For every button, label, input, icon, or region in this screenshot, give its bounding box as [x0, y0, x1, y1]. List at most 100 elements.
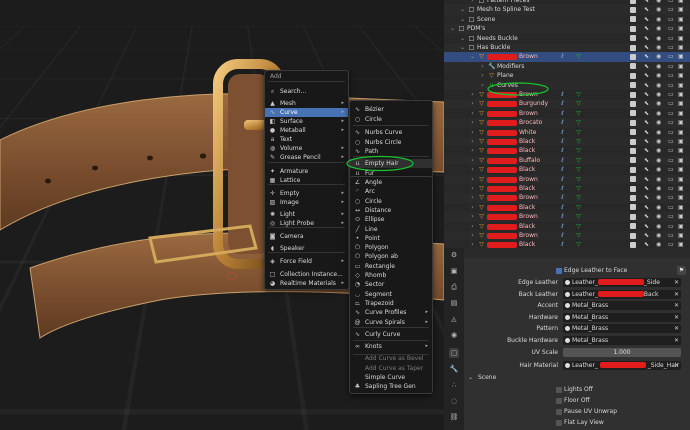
exclude-checkbox[interactable] — [630, 6, 636, 13]
exclude-checkbox[interactable] — [630, 213, 636, 220]
eye-icon[interactable]: ◉ — [656, 184, 661, 193]
select-icon[interactable]: ⬉ — [644, 118, 649, 127]
extra-menu-item-curve-profiles[interactable]: ∿ Curve Profiles ▸ — [350, 308, 432, 317]
select-icon[interactable]: ⬉ — [644, 212, 649, 221]
eye-icon[interactable]: ◉ — [656, 146, 661, 155]
viewport-icon[interactable]: ▭ — [668, 165, 674, 174]
select-icon[interactable]: ⬉ — [644, 165, 649, 174]
scene-option-checkbox[interactable] — [556, 397, 562, 404]
disclosure-triangle-icon[interactable]: › — [469, 138, 476, 145]
add-menu-item-search[interactable]: ⌕ Search... — [265, 87, 348, 96]
select-icon[interactable]: ⬉ — [644, 24, 649, 33]
outliner-row[interactable]: › ▽ Burgundy ℓ ▽ ⬉ ◉ ▭ ▣ — [444, 99, 690, 109]
exclude-checkbox[interactable] — [630, 119, 636, 126]
exclude-checkbox[interactable] — [630, 82, 636, 89]
add-menu-item-curve[interactable]: ∿ Curve ▸ — [265, 108, 348, 117]
viewport-icon[interactable]: ▭ — [668, 212, 674, 221]
extra-menu-item-sapling-tree-gen[interactable]: ♣ Sapling Tree Gen — [350, 382, 432, 391]
outliner-row[interactable]: › ▽ Brown ℓ ▽ ⬉ ◉ ▭ ▣ — [444, 174, 690, 184]
eye-icon[interactable]: ◉ — [656, 34, 661, 43]
disclosure-triangle-icon[interactable]: › — [469, 194, 476, 201]
eye-icon[interactable]: ◉ — [656, 165, 661, 174]
extra-menu-item-polygon-ab[interactable]: ⬠ Polygon ab — [350, 252, 432, 261]
extra-menu-item-curve-spirals[interactable]: @ Curve Spirals ▸ — [350, 318, 432, 327]
viewport-icon[interactable]: ▭ — [668, 52, 674, 61]
render-tab-icon[interactable]: ▣ — [449, 266, 459, 276]
add-menu-item-mesh[interactable]: ▲ Mesh ▸ — [265, 99, 348, 108]
outliner-row[interactable]: ⌄ ▽ Brown ℓ ▽ ⬉ ◉ ▭ ▣ — [444, 52, 690, 62]
extra-menu-item-rhomb[interactable]: ◇ Rhomb — [350, 271, 432, 280]
disclosure-triangle-icon[interactable]: › — [469, 129, 476, 136]
outliner-row[interactable]: › ▽ Brown ℓ ▽ ⬉ ◉ ▭ ▣ — [444, 231, 690, 241]
select-icon[interactable]: ⬉ — [644, 90, 649, 99]
exclude-checkbox[interactable] — [630, 204, 636, 211]
select-icon[interactable]: ⬉ — [644, 43, 649, 52]
extra-menu-item-knots[interactable]: ∞ Knots ▸ — [350, 342, 432, 351]
exclude-checkbox[interactable] — [630, 16, 636, 23]
render-icon[interactable]: ▣ — [678, 222, 684, 231]
viewport-icon[interactable]: ▭ — [668, 24, 674, 33]
render-icon[interactable]: ▣ — [678, 90, 684, 99]
exclude-checkbox[interactable] — [630, 25, 636, 32]
exclude-checkbox[interactable] — [630, 185, 636, 192]
particles-tab-icon[interactable]: ∴ — [449, 380, 459, 390]
add-menu-item-image[interactable]: ▨ Image ▸ — [265, 198, 348, 207]
select-icon[interactable]: ⬉ — [644, 184, 649, 193]
3d-viewport[interactable]: Add ⌕ Search... ▲ Mesh ▸ ∿ Curve ▸ ◧ Surface ▸ ● Met… — [0, 0, 444, 430]
add-menu-item-armature[interactable]: ✦ Armature — [265, 167, 348, 176]
extra-menu-item-segment[interactable]: ◡ Segment — [350, 290, 432, 299]
exclude-checkbox[interactable] — [630, 72, 636, 79]
viewport-icon[interactable]: ▭ — [668, 128, 674, 137]
render-icon[interactable]: ▣ — [678, 175, 684, 184]
exclude-checkbox[interactable] — [630, 232, 636, 239]
tool-tab-icon[interactable]: ⚙ — [449, 250, 459, 260]
viewport-icon[interactable]: ▭ — [668, 156, 674, 165]
outliner-row[interactable]: ⌄ □ Scene ⬉ ◉ ▭ ▣ — [444, 15, 690, 24]
extra-menu-item-polygon[interactable]: ⬠ Polygon — [350, 243, 432, 252]
disclosure-triangle-icon[interactable]: › — [469, 119, 476, 126]
add-menu-item-volume[interactable]: ◍ Volume ▸ — [265, 144, 348, 153]
render-icon[interactable]: ▣ — [678, 81, 684, 90]
viewport-icon[interactable]: ▭ — [668, 240, 674, 248]
disclosure-triangle-icon[interactable]: ⌄ — [459, 6, 466, 13]
add-menu-item-realtime-materials[interactable]: ◕ Realtime Materials ▸ — [265, 279, 348, 288]
exclude-checkbox[interactable] — [630, 110, 636, 117]
outliner-row[interactable]: › ▽ Brown ℓ ▽ ⬉ ◉ ▭ ▣ — [444, 109, 690, 118]
viewport-icon[interactable]: ▭ — [668, 15, 674, 24]
viewport-icon[interactable]: ▭ — [668, 43, 674, 52]
viewport-icon[interactable]: ▭ — [668, 118, 674, 127]
disclosure-triangle-icon[interactable]: › — [469, 0, 476, 4]
select-icon[interactable]: ⬉ — [644, 193, 649, 202]
outliner-row[interactable]: › ▽ Black ℓ ▽ ⬉ ◉ ▭ ▣ — [444, 203, 690, 212]
flag-icon[interactable]: ⚑ — [677, 266, 686, 275]
select-icon[interactable]: ⬉ — [644, 52, 649, 61]
disclosure-triangle-icon[interactable]: › — [469, 147, 476, 154]
disclosure-triangle-icon[interactable]: ⌄ — [469, 53, 476, 60]
material-field[interactable]: Metal_Brass ✕ — [563, 324, 681, 334]
curve-menu-item-empty-hair[interactable]: ιι Empty Hair — [350, 159, 432, 168]
scene-option-checkbox[interactable] — [556, 419, 562, 426]
disclosure-triangle-icon[interactable]: ⌄ — [459, 16, 466, 23]
disclosure-triangle-icon[interactable]: › — [469, 110, 476, 117]
extra-menu-item-circle[interactable]: ○ Circle — [350, 197, 432, 206]
render-icon[interactable]: ▣ — [678, 99, 684, 108]
render-icon[interactable]: ▣ — [678, 203, 684, 212]
viewport-icon[interactable]: ▭ — [668, 34, 674, 43]
render-icon[interactable]: ▣ — [678, 146, 684, 155]
render-icon[interactable]: ▣ — [678, 137, 684, 146]
hair-material-field[interactable]: Leather_ _Side_Hair ✕ — [563, 361, 681, 370]
clear-icon[interactable]: ✕ — [674, 313, 679, 322]
select-icon[interactable]: ⬉ — [644, 128, 649, 137]
disclosure-triangle-icon[interactable]: › — [469, 241, 476, 248]
add-menu-item-collection-instance[interactable]: □ Collection Instance... — [265, 270, 348, 279]
outliner-row[interactable]: › ▽ White ℓ ▽ ⬉ ◉ ▭ ▣ — [444, 128, 690, 137]
select-icon[interactable]: ⬉ — [644, 222, 649, 231]
extra-menu-item-curly-curve[interactable]: ∿ Curly Curve — [350, 330, 432, 339]
select-icon[interactable]: ⬉ — [644, 62, 649, 71]
exclude-checkbox[interactable] — [630, 166, 636, 173]
outliner-row[interactable]: › ιι Curves ⬉ ◉ ▭ ▣ — [444, 80, 690, 90]
add-menu-item-empty[interactable]: ✛ Empty ▸ — [265, 189, 348, 198]
viewport-icon[interactable]: ▭ — [668, 193, 674, 202]
viewport-icon[interactable]: ▭ — [668, 109, 674, 118]
eye-icon[interactable]: ◉ — [656, 156, 661, 165]
